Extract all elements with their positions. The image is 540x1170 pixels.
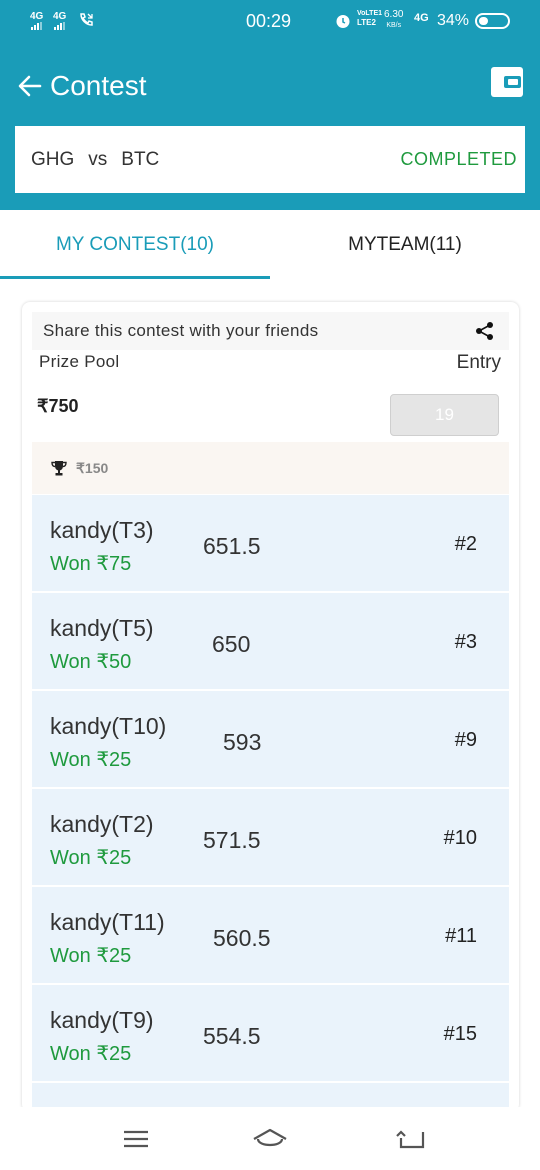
leaderboard-list: kandy(T3) Won ₹75 651.5 #2 kandy(T5) Won… bbox=[32, 495, 509, 1112]
team-rank: #11 bbox=[445, 925, 477, 947]
volte-1-label: VoLTE1 bbox=[357, 10, 383, 17]
prize-pool-value: ₹750 bbox=[37, 396, 79, 416]
match-header: GHG vs BTC COMPLETED bbox=[0, 126, 540, 210]
alarm-icon bbox=[336, 15, 350, 28]
share-text: Share this contest with your friends bbox=[43, 321, 319, 340]
versus-label: vs bbox=[88, 148, 108, 170]
winning-amount: Won ₹25 bbox=[50, 749, 132, 771]
team-a: GHG bbox=[31, 148, 75, 170]
team-rank: #15 bbox=[443, 1023, 477, 1045]
team-name: kandy(T3) bbox=[50, 517, 154, 543]
leaderboard-row[interactable]: kandy(T11) Won ₹25 560.5 #11 bbox=[32, 887, 509, 985]
active-tab-indicator bbox=[0, 276, 270, 279]
tab-my-team[interactable]: MYTEAM(11) bbox=[270, 210, 540, 280]
match-status: COMPLETED bbox=[400, 149, 517, 169]
team-rank: #3 bbox=[454, 631, 477, 653]
match-card: GHG vs BTC COMPLETED bbox=[15, 126, 525, 193]
team-name: kandy(T11) bbox=[50, 909, 165, 935]
menu-icon[interactable] bbox=[116, 1123, 156, 1155]
team-points: 593 bbox=[223, 729, 262, 755]
home-icon[interactable] bbox=[250, 1123, 290, 1155]
leaderboard-row[interactable]: kandy(T2) Won ₹25 571.5 #10 bbox=[32, 789, 509, 887]
page-title: Contest bbox=[50, 70, 147, 101]
battery-percent: 34% bbox=[437, 12, 470, 29]
leaderboard-row[interactable]: kandy(T10) Won ₹25 593 #9 bbox=[32, 691, 509, 789]
team-rank: #9 bbox=[454, 729, 477, 751]
team-b: BTC bbox=[121, 148, 160, 170]
wallet-icon[interactable] bbox=[490, 66, 524, 98]
team-name: kandy(T2) bbox=[50, 811, 154, 837]
prize-pool-label: Prize Pool bbox=[39, 352, 120, 371]
back-nav-icon[interactable] bbox=[393, 1123, 433, 1155]
winning-amount: Won ₹25 bbox=[50, 847, 132, 869]
team-rank: #2 bbox=[454, 533, 477, 555]
network-2-label: 4G bbox=[53, 11, 67, 22]
tab-my-contest[interactable]: MY CONTEST(10) bbox=[0, 210, 270, 280]
share-contest-row[interactable]: Share this contest with your friends bbox=[32, 312, 509, 350]
signal-1: 4G bbox=[30, 12, 43, 30]
leaderboard-row[interactable]: kandy(T9) Won ₹25 554.5 #15 bbox=[32, 985, 509, 1083]
team-rank: #10 bbox=[443, 827, 477, 849]
winning-amount: Won ₹75 bbox=[50, 553, 132, 575]
team-name: kandy(T9) bbox=[50, 1007, 154, 1033]
team-points: 651.5 bbox=[203, 533, 261, 559]
speed-value: 6.30 bbox=[384, 9, 404, 20]
tab-bar: MY CONTEST(10) MYTEAM(11) bbox=[0, 210, 540, 280]
network-1-label: 4G bbox=[30, 11, 44, 22]
battery-icon bbox=[475, 13, 510, 29]
team-name: kandy(T10) bbox=[50, 713, 167, 739]
team-name: kandy(T5) bbox=[50, 615, 154, 641]
first-prize-amount: ₹150 bbox=[76, 459, 109, 476]
signal-bars-icon bbox=[30, 22, 43, 30]
arrow-left-icon bbox=[18, 75, 42, 97]
winning-amount: Won ₹25 bbox=[50, 1043, 132, 1065]
entry-label: Entry bbox=[456, 352, 501, 373]
match-teams: GHG vs BTC bbox=[31, 149, 159, 171]
speed-unit: KB/s bbox=[386, 22, 402, 29]
volte-2-label: LTE2 bbox=[357, 18, 376, 27]
back-button[interactable]: Contest bbox=[16, 68, 166, 104]
data-speed: 6.30 KB/s bbox=[384, 9, 403, 31]
team-points: 554.5 bbox=[203, 1023, 261, 1049]
team-points: 560.5 bbox=[213, 925, 271, 951]
signal-2: 4G bbox=[53, 12, 66, 30]
trophy-icon bbox=[51, 461, 67, 476]
network-3-label: 4G bbox=[414, 12, 429, 24]
team-points: 650 bbox=[212, 631, 251, 657]
volte-indicator: VoLTE1 LTE2 bbox=[357, 9, 382, 27]
entry-fee-button[interactable]: 19 bbox=[390, 394, 499, 436]
leaderboard-row[interactable]: kandy(T5) Won ₹50 650 #3 bbox=[32, 593, 509, 691]
signal-bars-icon bbox=[53, 22, 66, 30]
winning-amount: Won ₹50 bbox=[50, 651, 132, 673]
team-points: 571.5 bbox=[203, 827, 261, 853]
status-bar: 4G 4G 00:29 VoLTE1 LTE2 6.30 KB/s 4G 34% bbox=[0, 0, 540, 42]
winnings-breakdown[interactable]: ₹150 bbox=[32, 442, 509, 494]
system-nav-bar bbox=[0, 1107, 540, 1170]
leaderboard-row[interactable]: kandy(T3) Won ₹75 651.5 #2 bbox=[32, 495, 509, 593]
app-bar: Contest bbox=[0, 42, 540, 126]
clock: 00:29 bbox=[246, 11, 292, 31]
contest-card: Share this contest with your friends Pri… bbox=[22, 302, 519, 1112]
winning-amount: Won ₹25 bbox=[50, 945, 132, 967]
share-icon[interactable] bbox=[475, 321, 495, 341]
phone-call-icon bbox=[80, 13, 93, 26]
